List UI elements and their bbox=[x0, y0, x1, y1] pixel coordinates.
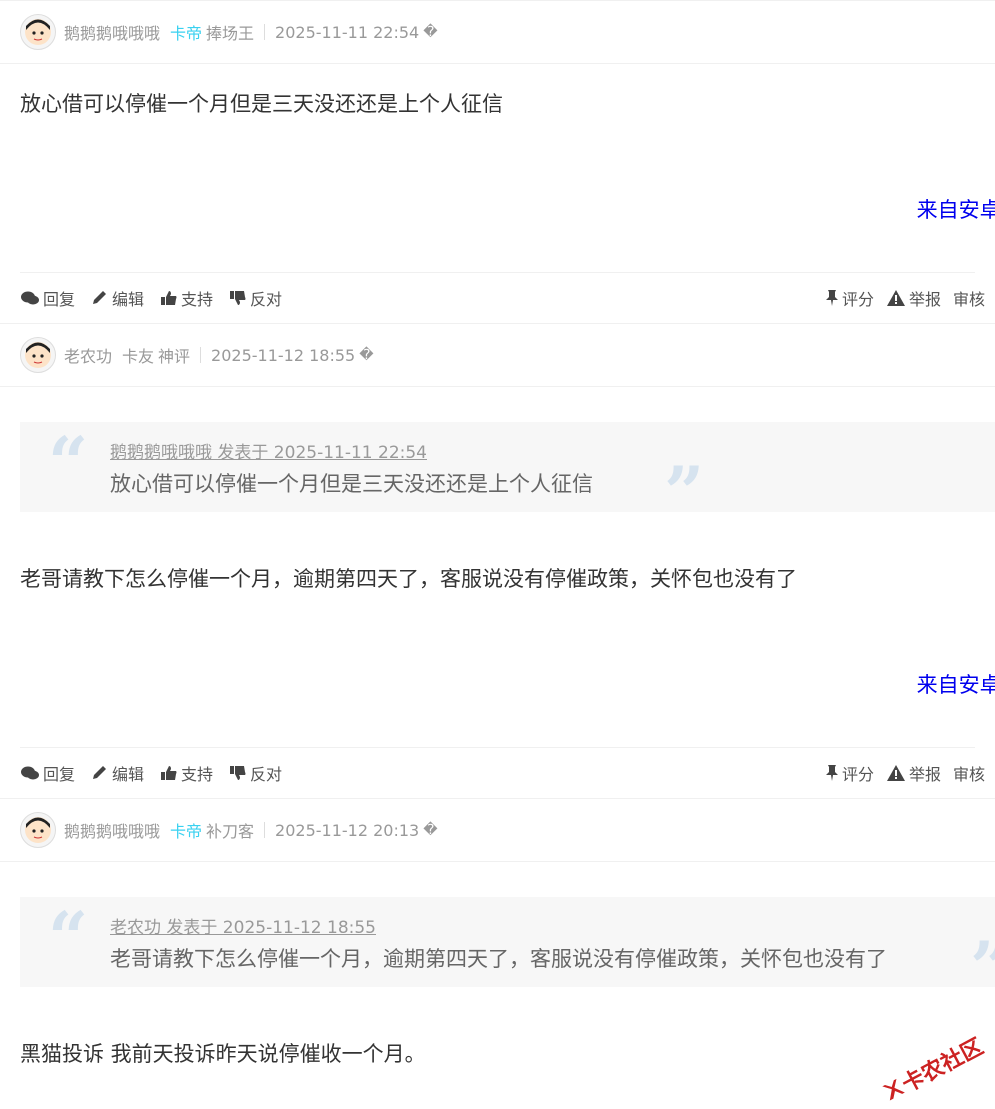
report-label: 举报 bbox=[908, 290, 941, 309]
edit-button[interactable]: 编辑 bbox=[91, 286, 144, 310]
oppose-button[interactable]: 反对 bbox=[229, 761, 282, 785]
edit-button[interactable]: 编辑 bbox=[91, 761, 144, 785]
review-button[interactable]: 审核 bbox=[953, 286, 985, 310]
author-name[interactable]: 鹅鹅鹅哦哦哦 bbox=[64, 20, 160, 44]
post-source-link[interactable]: 来自安卓A bbox=[917, 669, 995, 699]
close-quote-icon: ” bbox=[970, 933, 995, 1003]
post-header: 鹅鹅鹅哦哦哦 卡帝 补刀客 2025-11-12 20:13 � bbox=[0, 798, 995, 862]
post-body: 放心借可以停催一个月但是三天没还还是上个人征信 bbox=[20, 92, 503, 116]
pin-icon bbox=[825, 765, 838, 781]
warning-icon bbox=[886, 765, 905, 781]
open-quote-icon: “ bbox=[48, 896, 89, 979]
post-3: 鹅鹅鹅哦哦哦 卡帝 补刀客 2025-11-12 20:13 � “ 老农功 发… bbox=[0, 798, 995, 1102]
review-label: 审核 bbox=[952, 290, 985, 309]
reply-label: 回复 bbox=[43, 290, 76, 309]
avatar[interactable] bbox=[20, 812, 56, 848]
pencil-icon bbox=[93, 291, 107, 304]
user-title: 补刀客 bbox=[206, 822, 255, 841]
support-label: 支持 bbox=[181, 290, 214, 309]
close-quote-icon: ” bbox=[664, 451, 705, 534]
reply-icon bbox=[21, 291, 39, 305]
divider bbox=[264, 822, 266, 838]
rate-label: 评分 bbox=[841, 290, 874, 309]
post-1: 鹅鹅鹅哦哦哦 卡帝 捧场王 2025-11-11 22:54 � 放心借可以停催… bbox=[0, 0, 995, 323]
post-actions: 回复 编辑 支持 反对 评分 举报 审核 bbox=[20, 272, 985, 323]
post-source-link[interactable]: 来自安卓A bbox=[917, 194, 995, 224]
edit-label: 编辑 bbox=[112, 765, 145, 784]
quote-block: “ 鹅鹅鹅哦哦哦 发表于 2025-11-11 22:54 放心借可以停催一个月… bbox=[20, 421, 995, 528]
support-button[interactable]: 支持 bbox=[160, 286, 213, 310]
review-label: 审核 bbox=[952, 765, 985, 784]
warning-icon bbox=[886, 290, 905, 306]
post-header: 老农功 卡友 神评 2025-11-12 18:55 � bbox=[0, 323, 995, 387]
reply-label: 回复 bbox=[43, 765, 76, 784]
device-icon: � bbox=[359, 347, 374, 363]
rate-button[interactable]: 评分 bbox=[825, 286, 874, 310]
post-header: 鹅鹅鹅哦哦哦 卡帝 捧场王 2025-11-11 22:54 � bbox=[0, 0, 995, 64]
post-body: 老哥请教下怎么停催一个月，逾期第四天了，客服说没有停催政策，关怀包也没有了 bbox=[20, 567, 797, 591]
reply-button[interactable]: 回复 bbox=[20, 761, 75, 785]
user-rank: 卡帝 bbox=[170, 822, 203, 841]
open-quote-icon: “ bbox=[48, 421, 89, 504]
post-actions: 回复 编辑 支持 反对 评分 举报 审核 bbox=[20, 747, 985, 798]
thumbs-up-icon bbox=[161, 766, 177, 780]
quote-text: 放心借可以停催一个月但是三天没还还是上个人征信 bbox=[110, 472, 593, 496]
post-content: “ 老农功 发表于 2025-11-12 18:55 老哥请教下怎么停催一个月，… bbox=[0, 862, 995, 1102]
oppose-button[interactable]: 反对 bbox=[229, 286, 282, 310]
user-title: 捧场王 bbox=[206, 24, 255, 43]
post-content: 放心借可以停催一个月但是三天没还还是上个人征信 来自安卓A bbox=[0, 64, 995, 272]
user-rank: 卡帝 bbox=[170, 24, 203, 43]
quote-text: 老哥请教下怎么停催一个月，逾期第四天了，客服说没有停催政策，关怀包也没有了 bbox=[110, 947, 887, 971]
pencil-icon bbox=[93, 766, 107, 779]
quote-block: “ 老农功 发表于 2025-11-12 18:55 老哥请教下怎么停催一个月，… bbox=[20, 896, 995, 1003]
quote-meta[interactable]: 鹅鹅鹅哦哦哦 发表于 2025-11-11 22:54 bbox=[110, 438, 427, 463]
quote-meta[interactable]: 老农功 发表于 2025-11-12 18:55 bbox=[110, 913, 376, 938]
thumbs-down-icon bbox=[230, 766, 246, 780]
user-rank: 卡友 bbox=[122, 347, 155, 366]
report-button[interactable]: 举报 bbox=[886, 286, 941, 310]
rate-label: 评分 bbox=[841, 765, 874, 784]
device-icon: � bbox=[423, 24, 438, 40]
oppose-label: 反对 bbox=[250, 290, 283, 309]
pin-icon bbox=[825, 290, 838, 306]
thumbs-up-icon bbox=[161, 291, 177, 305]
thumbs-down-icon bbox=[230, 291, 246, 305]
avatar[interactable] bbox=[20, 337, 56, 373]
post-time: 2025-11-12 18:55 bbox=[211, 345, 356, 365]
review-button[interactable]: 审核 bbox=[953, 761, 985, 785]
post-content: “ 鹅鹅鹅哦哦哦 发表于 2025-11-11 22:54 放心借可以停催一个月… bbox=[0, 387, 995, 747]
author-name[interactable]: 老农功 bbox=[64, 343, 112, 367]
report-button[interactable]: 举报 bbox=[886, 761, 941, 785]
device-icon: � bbox=[423, 822, 438, 838]
post-body: 黑猫投诉 我前天投诉昨天说停催收一个月。 bbox=[20, 1042, 426, 1066]
oppose-label: 反对 bbox=[250, 765, 283, 784]
report-label: 举报 bbox=[908, 765, 941, 784]
post-time: 2025-11-11 22:54 bbox=[275, 22, 420, 42]
reply-icon bbox=[21, 766, 39, 780]
divider bbox=[200, 347, 202, 363]
support-label: 支持 bbox=[181, 765, 214, 784]
rate-button[interactable]: 评分 bbox=[825, 761, 874, 785]
post-time: 2025-11-12 20:13 bbox=[275, 820, 420, 840]
edit-label: 编辑 bbox=[112, 290, 145, 309]
author-name[interactable]: 鹅鹅鹅哦哦哦 bbox=[64, 818, 160, 842]
reply-button[interactable]: 回复 bbox=[20, 286, 75, 310]
post-2: 老农功 卡友 神评 2025-11-12 18:55 � “ 鹅鹅鹅哦哦哦 发表… bbox=[0, 323, 995, 798]
avatar[interactable] bbox=[20, 14, 56, 50]
divider bbox=[264, 24, 266, 40]
user-title: 神评 bbox=[158, 347, 191, 366]
support-button[interactable]: 支持 bbox=[160, 761, 213, 785]
